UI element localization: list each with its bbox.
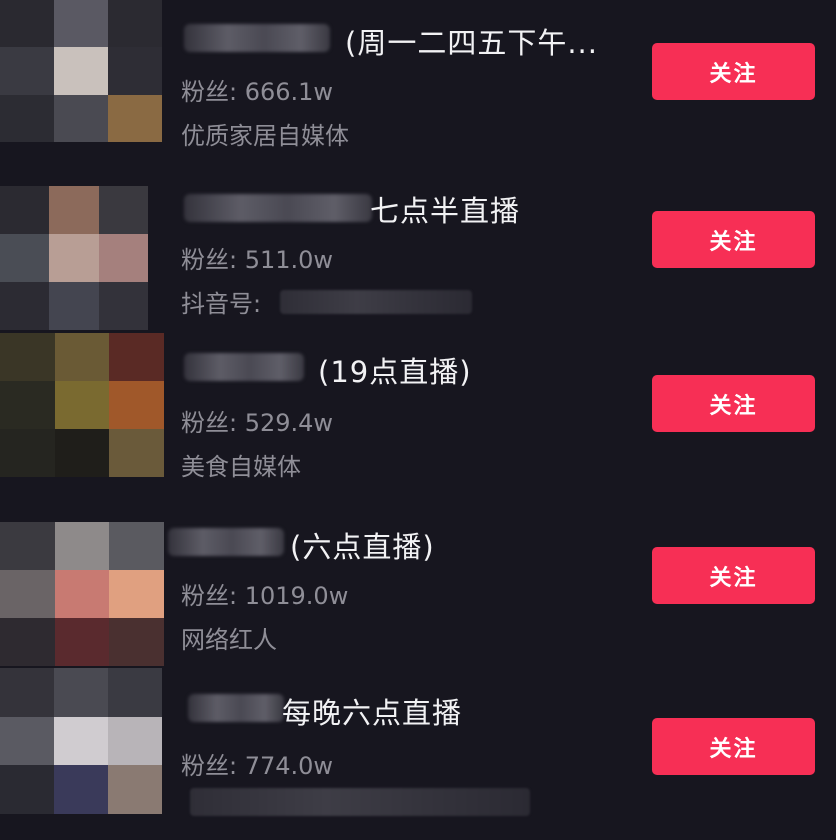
avatar-pixel [98,186,148,234]
username-redacted [184,353,304,381]
avatar-pixel [0,429,55,477]
username-redacted [188,694,284,722]
avatar[interactable] [0,0,162,142]
follower-count: 粉丝: 511.0w [181,246,334,274]
avatar-pixel [0,522,55,570]
user-description: 抖音号: [181,290,262,318]
follow-button[interactable]: 关注 [652,718,815,775]
avatar-pixel [54,765,108,814]
avatar-pixel [98,282,148,330]
avatar-pixel [109,381,164,429]
follower-count: 粉丝: 774.0w [181,752,334,780]
user-description: 优质家居自媒体 [181,122,349,150]
avatar-pixel [0,381,55,429]
avatar-pixel [0,94,54,142]
user-description: 网络红人 [181,626,277,654]
username-suffix: 每晚六点直播 [282,696,463,730]
username-suffix: (六点直播) [290,530,435,564]
avatar-pixel [0,765,54,814]
avatar-pixel [49,186,99,234]
follow-button[interactable]: 关注 [652,43,815,100]
avatar[interactable] [0,668,162,814]
avatar-pixel [109,522,164,570]
avatar-pixel [54,668,108,717]
avatar[interactable] [0,522,164,666]
avatar-pixel [108,716,162,766]
follower-count: 粉丝: 1019.0w [181,582,349,610]
avatar-pixel [54,381,110,429]
avatar-pixel [0,47,54,95]
avatar-pixel [49,234,99,282]
avatar-pixel [54,522,110,570]
avatar-pixel [54,570,110,618]
follower-count: 粉丝: 529.4w [181,409,334,437]
avatar-pixel [0,618,55,666]
avatar-pixel [0,333,55,381]
avatar-pixel [0,0,54,48]
avatar-pixel [108,765,162,814]
avatar-pixel [0,668,54,717]
username-suffix: (19点直播) [318,355,472,389]
follow-button[interactable]: 关注 [652,547,815,604]
user-description: 美食自媒体 [181,453,301,481]
follow-button[interactable]: 关注 [652,211,815,268]
username-suffix: 七点半直播 [370,194,521,228]
username-redacted [184,24,330,52]
avatar-pixel [0,186,50,234]
avatar[interactable] [0,186,148,330]
avatar-pixel [108,94,162,142]
username-redacted [168,528,284,556]
avatar-pixel [54,333,110,381]
avatar-pixel [0,282,50,330]
avatar-pixel [109,429,164,477]
user-description-redacted [190,788,530,816]
avatar-pixel [108,0,162,48]
avatar-pixel [109,618,164,666]
avatar-pixel [54,716,108,766]
follow-button[interactable]: 关注 [652,375,815,432]
username-redacted [184,194,372,222]
avatar-pixel [54,94,108,142]
username-suffix: (周一二四五下午... [345,26,598,60]
avatar-pixel [54,429,110,477]
avatar-pixel [54,618,110,666]
douyin-id-redacted [280,290,472,314]
avatar-pixel [108,47,162,95]
avatar-pixel [0,570,55,618]
avatar-pixel [0,716,54,766]
avatar-pixel [49,282,99,330]
avatar-pixel [54,0,108,48]
avatar-pixel [109,570,164,618]
avatar-pixel [0,234,50,282]
avatar-pixel [54,47,108,95]
avatar[interactable] [0,333,164,477]
follower-count: 粉丝: 666.1w [181,78,334,106]
avatar-pixel [109,333,164,381]
avatar-pixel [108,668,162,717]
avatar-pixel [98,234,148,282]
